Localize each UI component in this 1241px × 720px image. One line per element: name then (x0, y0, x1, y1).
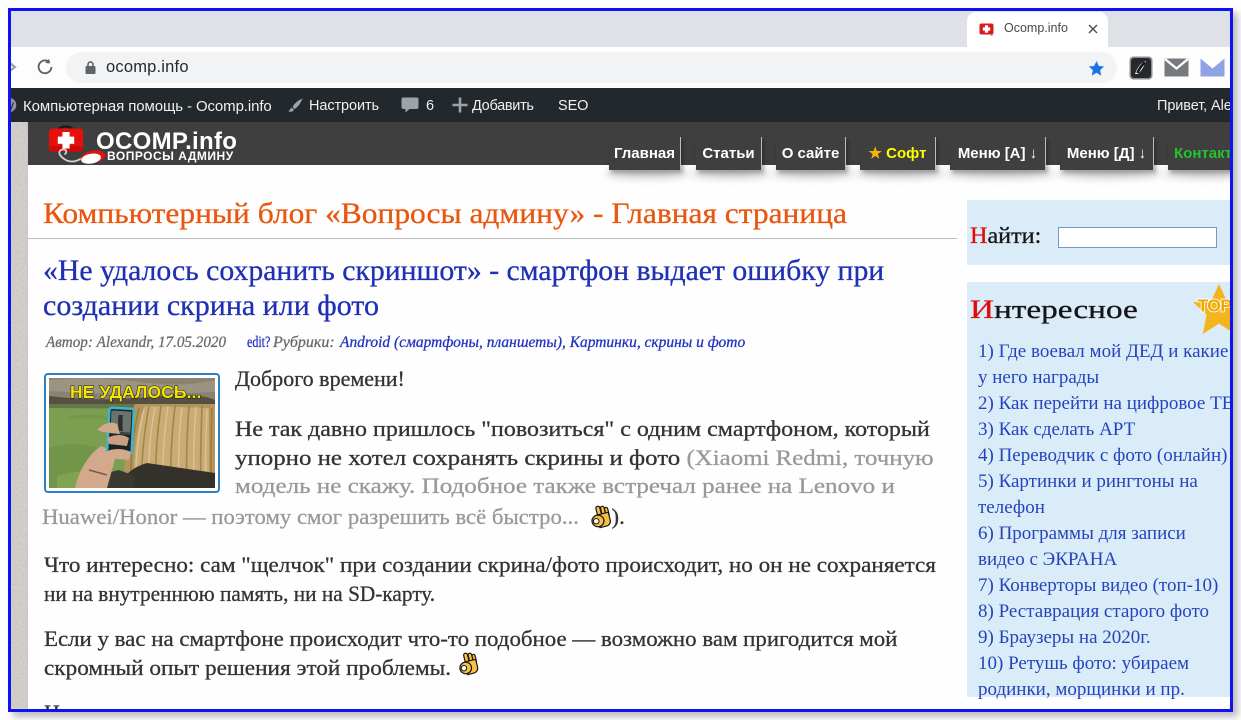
svg-text:НЕ УДАЛОСЬ...: НЕ УДАЛОСЬ... (70, 382, 201, 402)
svg-text:TOP: TOP (1198, 295, 1230, 315)
